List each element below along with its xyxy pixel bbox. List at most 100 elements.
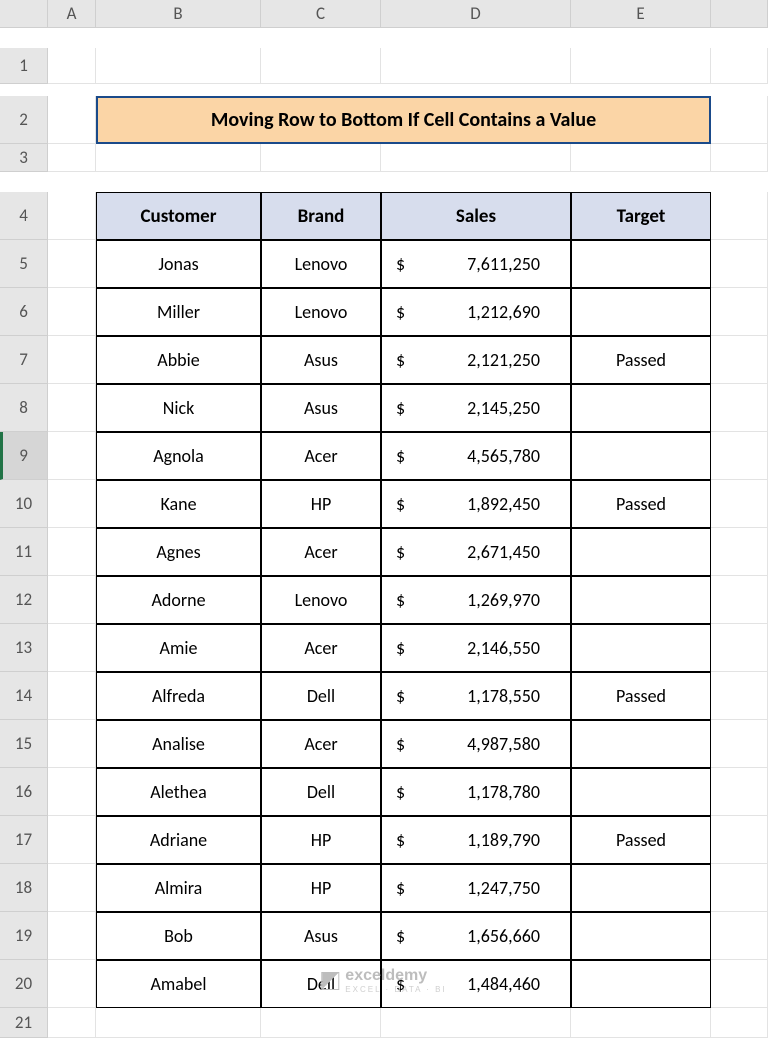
row-header-17[interactable]: 17 [0,816,48,864]
cell-target[interactable] [571,864,711,912]
cell-target[interactable] [571,624,711,672]
cell-target[interactable] [571,912,711,960]
cell-brand[interactable]: Acer [261,624,381,672]
empty-cell[interactable] [48,528,96,576]
empty-cell[interactable] [711,240,768,288]
row-header-14[interactable]: 14 [0,672,48,720]
empty-cell[interactable] [48,48,96,84]
empty-cell[interactable] [711,672,768,720]
empty-cell[interactable] [48,624,96,672]
cell-sales[interactable]: $1,189,790 [381,816,571,864]
empty-cell[interactable] [48,864,96,912]
table-header-sales[interactable]: Sales [381,192,571,240]
cell-customer[interactable]: Alethea [96,768,261,816]
cell-brand[interactable]: Asus [261,336,381,384]
cell-sales[interactable]: $2,146,550 [381,624,571,672]
empty-cell[interactable] [48,672,96,720]
cell-brand[interactable]: Dell [261,768,381,816]
empty-cell[interactable] [711,768,768,816]
row-header-1[interactable]: 1 [0,48,48,84]
cell-customer[interactable]: Adorne [96,576,261,624]
cell-sales[interactable]: $1,247,750 [381,864,571,912]
cell-brand[interactable]: Lenovo [261,576,381,624]
cell-brand[interactable]: Asus [261,384,381,432]
empty-cell[interactable] [48,144,96,172]
cell-target[interactable]: Passed [571,336,711,384]
cell-target[interactable] [571,720,711,768]
cell-brand[interactable]: HP [261,816,381,864]
cell-sales[interactable]: $4,987,580 [381,720,571,768]
cell-brand[interactable]: Lenovo [261,240,381,288]
empty-cell[interactable] [48,480,96,528]
cell-target[interactable]: Passed [571,480,711,528]
select-all-corner[interactable] [0,0,48,28]
empty-cell[interactable] [711,96,768,144]
empty-cell[interactable] [711,432,768,480]
row-header-21[interactable]: 21 [0,1008,48,1038]
empty-cell[interactable] [711,192,768,240]
row-header-5[interactable]: 5 [0,240,48,288]
spreadsheet-grid[interactable]: ABCDE12Moving Row to Bottom If Cell Cont… [0,0,768,1056]
row-header-4[interactable]: 4 [0,192,48,240]
empty-cell[interactable] [571,48,711,84]
cell-target[interactable]: Passed [571,816,711,864]
empty-cell[interactable] [48,816,96,864]
cell-sales[interactable]: $1,892,450 [381,480,571,528]
cell-sales[interactable]: $2,145,250 [381,384,571,432]
cell-brand[interactable]: Asus [261,912,381,960]
cell-customer[interactable]: Jonas [96,240,261,288]
col-header-extra[interactable] [711,0,768,28]
cell-sales[interactable]: $1,178,550 [381,672,571,720]
empty-cell[interactable] [261,144,381,172]
col-header-B[interactable]: B [96,0,261,28]
empty-cell[interactable] [711,336,768,384]
cell-sales[interactable]: $1,178,780 [381,768,571,816]
row-header-8[interactable]: 8 [0,384,48,432]
empty-cell[interactable] [48,192,96,240]
empty-cell[interactable] [711,288,768,336]
empty-cell[interactable] [711,480,768,528]
empty-cell[interactable] [96,144,261,172]
cell-target[interactable] [571,960,711,1008]
table-header-brand[interactable]: Brand [261,192,381,240]
col-header-E[interactable]: E [571,0,711,28]
empty-cell[interactable] [261,1008,381,1038]
cell-customer[interactable]: Abbie [96,336,261,384]
row-header-15[interactable]: 15 [0,720,48,768]
empty-cell[interactable] [96,48,261,84]
cell-brand[interactable]: Dell [261,672,381,720]
cell-customer[interactable]: Bob [96,912,261,960]
cell-brand[interactable]: HP [261,864,381,912]
cell-customer[interactable]: Amie [96,624,261,672]
empty-cell[interactable] [381,48,571,84]
cell-sales[interactable]: $2,671,450 [381,528,571,576]
cell-sales[interactable]: $1,212,690 [381,288,571,336]
empty-cell[interactable] [711,1008,768,1038]
empty-cell[interactable] [711,960,768,1008]
cell-customer[interactable]: Analise [96,720,261,768]
cell-customer[interactable]: Amabel [96,960,261,1008]
empty-cell[interactable] [261,48,381,84]
row-header-3[interactable]: 3 [0,144,48,172]
cell-customer[interactable]: Almira [96,864,261,912]
cell-customer[interactable]: Alfreda [96,672,261,720]
empty-cell[interactable] [711,144,768,172]
empty-cell[interactable] [48,432,96,480]
table-header-customer[interactable]: Customer [96,192,261,240]
empty-cell[interactable] [48,960,96,1008]
empty-cell[interactable] [48,720,96,768]
cell-brand[interactable]: Lenovo [261,288,381,336]
cell-sales[interactable]: $2,121,250 [381,336,571,384]
empty-cell[interactable] [381,1008,571,1038]
empty-cell[interactable] [48,384,96,432]
cell-target[interactable] [571,384,711,432]
empty-cell[interactable] [571,1008,711,1038]
row-header-7[interactable]: 7 [0,336,48,384]
cell-customer[interactable]: Nick [96,384,261,432]
cell-customer[interactable]: Agnes [96,528,261,576]
cell-sales[interactable]: $1,269,970 [381,576,571,624]
row-header-16[interactable]: 16 [0,768,48,816]
empty-cell[interactable] [711,816,768,864]
cell-brand[interactable]: Acer [261,528,381,576]
cell-customer[interactable]: Adriane [96,816,261,864]
